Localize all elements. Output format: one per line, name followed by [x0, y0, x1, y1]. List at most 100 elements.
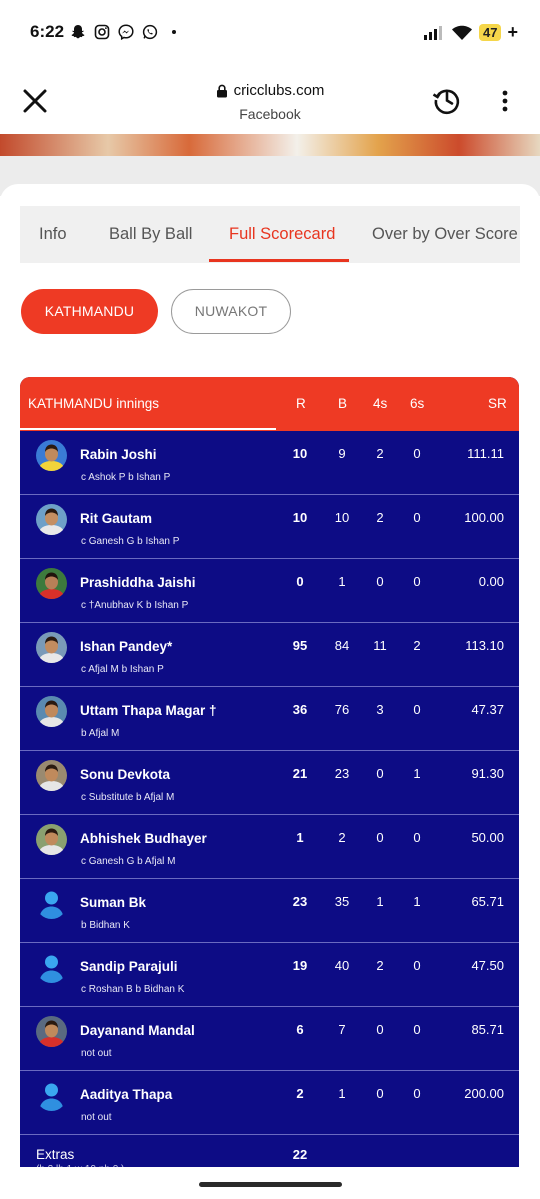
table-row[interactable]: Prashiddha Jaishi c †Anubhav K b Ishan P 0… — [20, 559, 519, 623]
status-time: 6:22 — [30, 22, 65, 41]
signal-icon — [424, 25, 443, 40]
runs-cell: 2 — [296, 1086, 304, 1101]
dismissal-text: b Afjal M — [81, 728, 120, 739]
tab-ball-by-ball[interactable]: Ball By Ball — [109, 206, 192, 263]
batter-name[interactable]: Aaditya Thapa — [80, 1087, 172, 1102]
fours-cell: 0 — [376, 574, 384, 589]
address-area[interactable]: cricclubs.com Facebook — [150, 82, 390, 122]
balls-cell: 1 — [338, 574, 346, 589]
runs-cell: 0 — [296, 574, 304, 589]
batting-scorecard: KATHMANDU innings R B 4s 6s SR Rabin Jos… — [20, 377, 519, 1167]
player-avatar — [36, 1016, 67, 1047]
runs-cell: 95 — [292, 638, 308, 653]
default-user-icon — [36, 952, 67, 983]
wifi-icon — [452, 25, 473, 40]
batter-name[interactable]: Sonu Devkota — [80, 767, 170, 782]
url-subtitle: Facebook — [239, 105, 301, 122]
scorecard-tabs: Info Ball By Ball Full Scorecard Over by… — [20, 206, 520, 263]
tab-over-by-over[interactable]: Over by Over Score — [372, 206, 518, 263]
table-row[interactable]: Aaditya Thapa not out 2 1 0 0 200.00 — [20, 1071, 519, 1135]
batter-name[interactable]: Abhishek Budhayer — [80, 831, 207, 846]
scorecard-header: KATHMANDU innings R B 4s 6s SR — [20, 377, 519, 431]
fours-cell: 0 — [376, 830, 384, 845]
sixes-cell: 0 — [413, 574, 421, 589]
balls-cell: 7 — [338, 1022, 346, 1037]
runs-cell: 1 — [296, 830, 304, 845]
balls-cell: 76 — [334, 702, 350, 717]
batter-name[interactable]: Dayanand Mandal — [80, 1023, 195, 1038]
strike-rate-cell: 100.00 — [464, 510, 504, 525]
lock-icon — [216, 84, 227, 97]
batter-name[interactable]: Uttam Thapa Magar † — [80, 703, 217, 718]
fours-cell: 2 — [376, 958, 384, 973]
col-sixes: 6s — [410, 396, 425, 411]
system-nav-bar — [0, 1167, 540, 1199]
strike-rate-cell: 65.71 — [471, 894, 504, 909]
runs-cell: 10 — [292, 510, 308, 525]
dismissal-text: c Ganesh G b Afjal M — [81, 856, 176, 867]
strike-rate-cell: 50.00 — [471, 830, 504, 845]
strike-rate-cell: 113.10 — [465, 638, 504, 653]
active-tab-indicator — [209, 259, 349, 262]
table-row[interactable]: Rit Gautam c Ganesh G b Ishan P 10 10 2 0 100.… — [20, 495, 519, 559]
extras-row: Extras22(b 2 lb 1 w 19 nb 0 ) — [20, 1135, 519, 1167]
balls-cell: 35 — [334, 894, 350, 909]
battery-level: 47 — [479, 24, 502, 41]
tab-full-scorecard[interactable]: Full Scorecard — [229, 206, 335, 263]
extras-label: Extras — [36, 1147, 75, 1162]
url-text: cricclubs.com — [233, 82, 325, 99]
team-button-kathmandu[interactable]: KATHMANDU — [21, 289, 158, 334]
status-bar: 6:22 47 + — [0, 0, 540, 66]
notification-icons — [70, 24, 182, 40]
strike-rate-cell: 85.71 — [471, 1022, 504, 1037]
col-runs: R — [296, 396, 306, 411]
balls-cell: 10 — [334, 510, 350, 525]
sixes-cell: 0 — [413, 958, 421, 973]
table-row[interactable]: Abhishek Budhayer c Ganesh G b Afjal M 1 2 0… — [20, 815, 519, 879]
dot-icon — [172, 30, 176, 34]
tab-info[interactable]: Info — [39, 206, 67, 263]
default-user-icon — [36, 1080, 67, 1111]
batter-name[interactable]: Rabin Joshi — [80, 447, 157, 462]
runs-cell: 36 — [292, 702, 308, 717]
strike-rate-cell: 47.50 — [471, 958, 504, 973]
batter-name[interactable]: Rit Gautam — [80, 511, 152, 526]
batter-name[interactable]: Prashiddha Jaishi — [80, 575, 196, 590]
sixes-cell: 0 — [413, 1086, 421, 1101]
messenger-icon — [118, 24, 134, 40]
fours-cell: 0 — [376, 766, 384, 781]
extras-value: 22 — [292, 1147, 308, 1162]
close-icon[interactable] — [20, 86, 50, 116]
table-row[interactable]: Uttam Thapa Magar † b Afjal M 36 76 3 0 47.37 — [20, 687, 519, 751]
home-gesture-handle[interactable] — [199, 1182, 342, 1187]
runs-cell: 6 — [296, 1022, 304, 1037]
batter-name[interactable]: Suman Bk — [80, 895, 146, 910]
table-row[interactable]: Suman Bk b Bidhan K 23 35 1 1 65.71 — [20, 879, 519, 943]
player-avatar — [36, 504, 67, 535]
table-row[interactable]: Dayanand Mandal not out 6 7 0 0 85.71 — [20, 1007, 519, 1071]
table-row[interactable]: Sandip Parajuli c Roshan B b Bidhan K 19 40… — [20, 943, 519, 1007]
batter-name[interactable]: Sandip Parajuli — [80, 959, 178, 974]
runs-cell: 23 — [292, 894, 308, 909]
table-row[interactable]: Rabin Joshi c Ashok P b Ishan P 10 9 2 0 111.1… — [20, 431, 519, 495]
balls-cell: 84 — [334, 638, 350, 653]
more-options-icon[interactable] — [496, 86, 514, 116]
fours-cell: 0 — [376, 1022, 384, 1037]
sixes-cell: 1 — [413, 894, 421, 909]
dismissal-text: c Substitute b Afjal M — [81, 792, 175, 803]
balls-cell: 1 — [338, 1086, 346, 1101]
charging-icon: + — [507, 22, 518, 42]
team-button-nuwakot[interactable]: NUWAKOT — [171, 289, 291, 334]
batter-name[interactable]: Ishan Pandey* — [80, 639, 172, 654]
dismissal-text: b Bidhan K — [81, 920, 130, 931]
table-row[interactable]: Ishan Pandey* c Afjal M b Ishan P 95 84 11 2 1… — [20, 623, 519, 687]
balls-cell: 2 — [338, 830, 346, 845]
balls-cell: 9 — [338, 446, 346, 461]
fours-cell: 0 — [376, 1086, 384, 1101]
history-icon[interactable] — [431, 84, 463, 116]
strike-rate-cell: 47.37 — [471, 702, 504, 717]
sixes-cell: 1 — [413, 766, 421, 781]
player-avatar — [36, 440, 67, 471]
table-row[interactable]: Sonu Devkota c Substitute b Afjal M 21 23 0 1… — [20, 751, 519, 815]
sixes-cell: 2 — [413, 638, 421, 653]
